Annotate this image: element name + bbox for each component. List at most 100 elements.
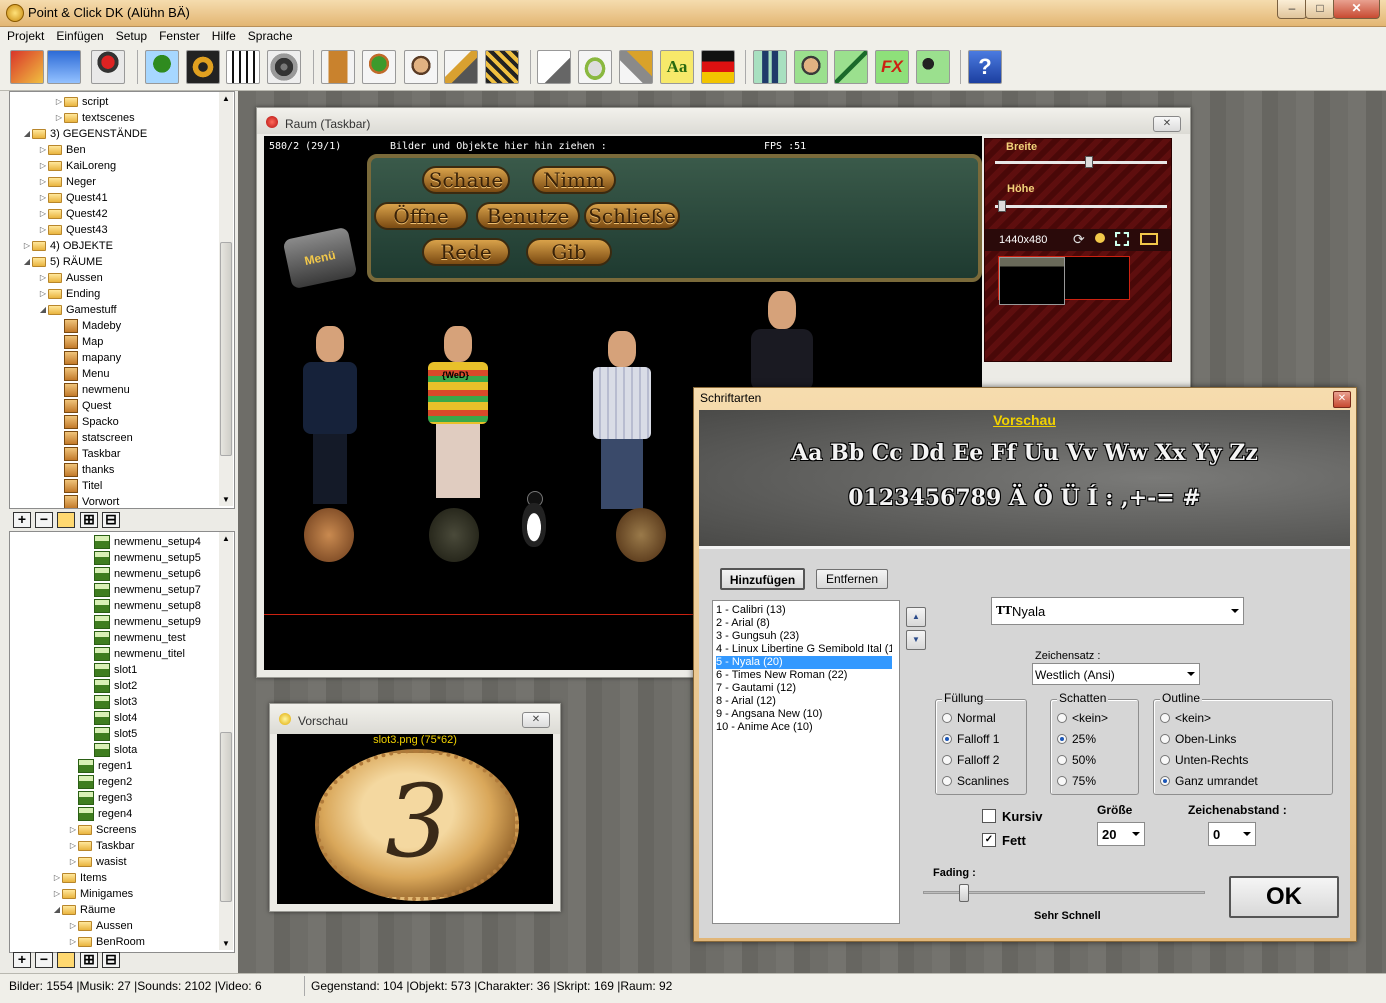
tree-item[interactable]: slot5 (84, 726, 137, 742)
verb-button[interactable]: Rede (422, 238, 510, 266)
font-list-item[interactable]: 1 - Calibri (13) (716, 604, 892, 617)
collapsed-arrow-icon[interactable]: ▷ (52, 886, 62, 902)
tree-item[interactable]: regen4 (68, 806, 132, 822)
shadow-option[interactable]: <kein> (1057, 710, 1108, 726)
preview-titlebar[interactable]: Vorschau ✕ (270, 704, 560, 734)
collapsed-arrow-icon[interactable]: ▷ (38, 174, 48, 190)
tree-item[interactable]: Taskbar (54, 446, 121, 462)
frame-icon[interactable] (1140, 233, 1158, 245)
font-list-item[interactable]: 7 - Gautami (12) (716, 682, 892, 695)
tree-scrollbar[interactable]: ▲ ▼ (219, 92, 233, 506)
tree-item[interactable]: ▷ Quest43 (38, 222, 108, 238)
collapsed-arrow-icon[interactable]: ▷ (38, 222, 48, 238)
collapsed-arrow-icon[interactable]: ▷ (38, 270, 48, 286)
minimize-button[interactable]: – (1277, 0, 1307, 19)
tree-item[interactable]: ▷ KaiLoreng (38, 158, 116, 174)
move-up-button[interactable]: ▲ (906, 607, 926, 627)
radio-dot-icon[interactable] (1160, 755, 1170, 765)
tree-item[interactable]: ◢ 3) GEGENSTÄNDE (22, 126, 147, 142)
tree-item[interactable]: ▷ Ending (38, 286, 100, 302)
spacing-select[interactable]: 0 (1208, 822, 1256, 846)
collapsed-arrow-icon[interactable]: ▷ (68, 854, 78, 870)
tree-item[interactable]: Map (54, 334, 103, 350)
room-minimap[interactable] (998, 256, 1130, 305)
font-list-item[interactable]: 6 - Times New Roman (22) (716, 669, 892, 682)
tree-item[interactable]: ▷ Quest42 (38, 206, 108, 222)
resource-tree[interactable]: newmenu_setup4 newmenu_setup5 newmenu_setu… (9, 531, 235, 953)
tree-icon[interactable] (145, 50, 179, 84)
bold-checkbox-box[interactable]: ✓ (982, 833, 996, 847)
tree-item[interactable]: Madeby (54, 318, 121, 334)
tree-item[interactable]: slot2 (84, 678, 137, 694)
plant-icon[interactable] (362, 50, 396, 84)
fill-option[interactable]: Normal (942, 710, 996, 726)
height-slider[interactable] (995, 200, 1167, 212)
expanded-arrow-icon[interactable]: ◢ (22, 254, 32, 270)
radio-dot-icon[interactable] (1160, 713, 1170, 723)
tree-item[interactable]: regen2 (68, 774, 132, 790)
menu-einfuegen[interactable]: Einfügen (49, 27, 108, 43)
tree-item[interactable]: newmenu_setup5 (84, 550, 201, 566)
font-dialog[interactable]: Schriftarten ✕ Vorschau Aa Bb Cc Dd Ee F… (693, 387, 1357, 942)
tree-item[interactable]: slota (84, 742, 137, 758)
face-icon[interactable] (794, 50, 828, 84)
font-list-item[interactable]: 4 - Linux Libertine G Semibold Ital (18) (716, 643, 892, 656)
verb-button[interactable]: Gib (526, 238, 612, 266)
italic-checkbox[interactable]: Kursiv (982, 808, 1042, 824)
menu-hilfe[interactable]: Hilfe (205, 27, 241, 43)
move-down-button[interactable]: ▼ (906, 630, 926, 650)
help-icon[interactable]: ? (968, 50, 1002, 84)
remove-icon[interactable]: − (35, 512, 53, 528)
preview-close-button[interactable]: ✕ (522, 712, 550, 728)
collapsed-arrow-icon[interactable]: ▷ (68, 822, 78, 838)
tree-item[interactable]: Titel (54, 478, 102, 494)
collapsed-arrow-icon[interactable]: ▷ (68, 934, 78, 950)
tree-item[interactable]: Menu (54, 366, 110, 382)
maximize-button[interactable]: □ (1305, 0, 1335, 19)
radio-dot-icon[interactable] (1057, 755, 1067, 765)
radio-dot-icon[interactable] (1057, 734, 1067, 744)
tree-item[interactable]: ▷ script (54, 94, 108, 110)
collapsed-arrow-icon[interactable]: ▷ (38, 286, 48, 302)
tree-item[interactable]: ◢ Gamestuff (38, 302, 117, 318)
new-folder-icon[interactable] (57, 512, 75, 528)
tree-item[interactable]: newmenu_setup7 (84, 582, 201, 598)
tree-item[interactable]: statscreen (54, 430, 133, 446)
camera-icon[interactable] (916, 50, 950, 84)
collapsed-arrow-icon[interactable]: ▷ (54, 110, 64, 126)
character-icon[interactable] (404, 50, 438, 84)
trousers-icon[interactable] (753, 50, 787, 84)
height-slider-thumb[interactable] (998, 200, 1006, 212)
tree-item[interactable]: ▷ Neger (38, 174, 96, 190)
collapsed-arrow-icon[interactable]: ▷ (38, 142, 48, 158)
collapsed-arrow-icon[interactable]: ▷ (38, 206, 48, 222)
new-folder-icon[interactable] (57, 952, 75, 968)
room-close-button[interactable]: ✕ (1153, 116, 1181, 132)
size-select[interactable]: 20 (1097, 822, 1145, 846)
font-list-item[interactable]: 5 - Nyala (20) (716, 656, 892, 669)
tree-item[interactable]: slot3 (84, 694, 137, 710)
tree-item[interactable]: ▷ BenRoom (68, 934, 145, 950)
scroll-thumb[interactable] (220, 732, 232, 902)
font-list-item[interactable]: 9 - Angsana New (10) (716, 708, 892, 721)
font-list[interactable]: 1 - Calibri (13) 2 - Arial (8) 3 - Gungsuh… (712, 600, 900, 924)
tree-item[interactable]: newmenu_setup6 (84, 566, 201, 582)
fit-icon[interactable] (1115, 232, 1129, 246)
scroll-down-icon[interactable]: ▼ (222, 939, 230, 948)
width-slider[interactable] (995, 156, 1167, 168)
tree-item[interactable]: ▷ wasist (68, 854, 127, 870)
head-sprite[interactable] (616, 508, 666, 562)
verb-button[interactable]: Schließe (584, 202, 680, 230)
radio-dot-icon[interactable] (1160, 734, 1170, 744)
tree-item[interactable]: regen3 (68, 790, 132, 806)
shadow-option[interactable]: 50% (1057, 752, 1096, 768)
add-icon[interactable]: + (13, 952, 31, 968)
character-sprite[interactable] (589, 331, 655, 516)
flag-icon[interactable] (701, 50, 735, 84)
film-reel-icon[interactable] (267, 50, 301, 84)
font-list-item[interactable]: 8 - Arial (12) (716, 695, 892, 708)
collapsed-arrow-icon[interactable]: ▷ (54, 94, 64, 110)
radio-dot-icon[interactable] (942, 755, 952, 765)
tree-item[interactable]: Quest (54, 398, 111, 414)
width-slider-thumb[interactable] (1085, 156, 1093, 168)
